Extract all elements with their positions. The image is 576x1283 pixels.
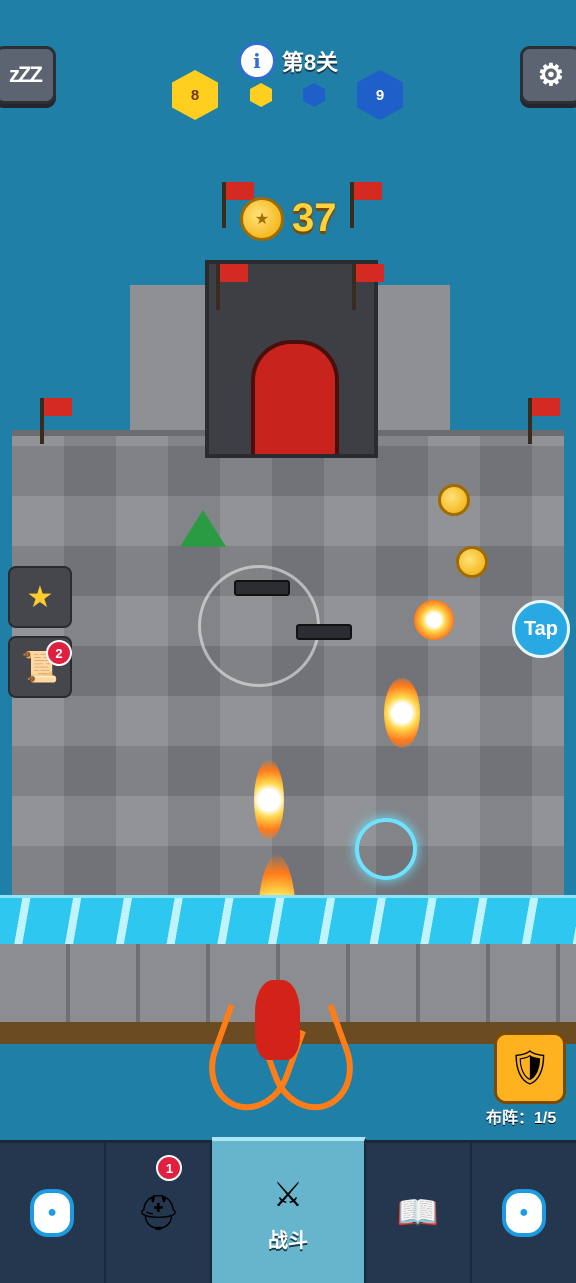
level-header: i 第8关 [0,42,576,80]
nav-battle[interactable]: ⚔ 战斗 [212,1137,366,1283]
lock-icon: ● [30,1189,75,1237]
battlefield-scene [0,0,576,1140]
trophy-button[interactable]: ★ [8,566,72,628]
heroes-badge: 1 [156,1155,183,1181]
dragon-body [255,980,300,1060]
river [0,895,576,947]
bottom-nav: ● ⛑ 1 ⚔ 战斗 📖 ● [0,1137,576,1283]
fireball [384,678,420,748]
coin-count: 37 [292,196,337,240]
viking-helmet-icon: ⛑ [136,1194,180,1232]
crossed-swords-icon: ⚔ [272,1175,304,1214]
player-dragon [196,975,366,1135]
red-flag [528,398,560,444]
fire-burst [414,600,454,640]
nav-locked-1[interactable]: ● [0,1143,107,1283]
coin-icon: ★ [240,196,284,241]
red-flag [222,182,254,228]
nav-locked-2[interactable]: ● [472,1143,576,1283]
battle-label: 战斗 [268,1229,308,1252]
magic-ring [355,818,417,880]
red-flag [352,264,384,310]
lock-icon: ● [501,1189,546,1237]
trophy-icon: ★ [26,580,54,614]
nav-heroes[interactable]: ⛑ 1 [106,1143,213,1283]
formation-label: 布阵：1/5 [486,1104,556,1128]
quest-badge: 2 [46,640,72,666]
castle-gate [251,340,339,454]
spellbook-icon: 📖 [396,1194,439,1232]
coin-pickup[interactable] [456,546,488,578]
hero-hp-bar [296,624,352,640]
red-flag [350,182,382,228]
formation-text: 布阵： [486,1110,535,1127]
formation-count: 1/5 [534,1110,557,1127]
fireball [254,760,284,840]
red-flag [216,264,248,310]
level-title: 第8关 [281,50,339,75]
enemy-hp-bar [234,580,290,596]
formation-button[interactable]: 🛡 [494,1032,566,1104]
nav-spellbook[interactable]: 📖 [366,1143,472,1283]
coin-pickup[interactable] [438,484,470,516]
info-icon[interactable]: i [237,42,276,80]
red-flag [40,398,72,444]
coin-counter: ★ 37 [240,196,337,241]
formation-icon: 🛡 [508,1049,552,1087]
tap-button[interactable]: Tap [512,600,570,658]
